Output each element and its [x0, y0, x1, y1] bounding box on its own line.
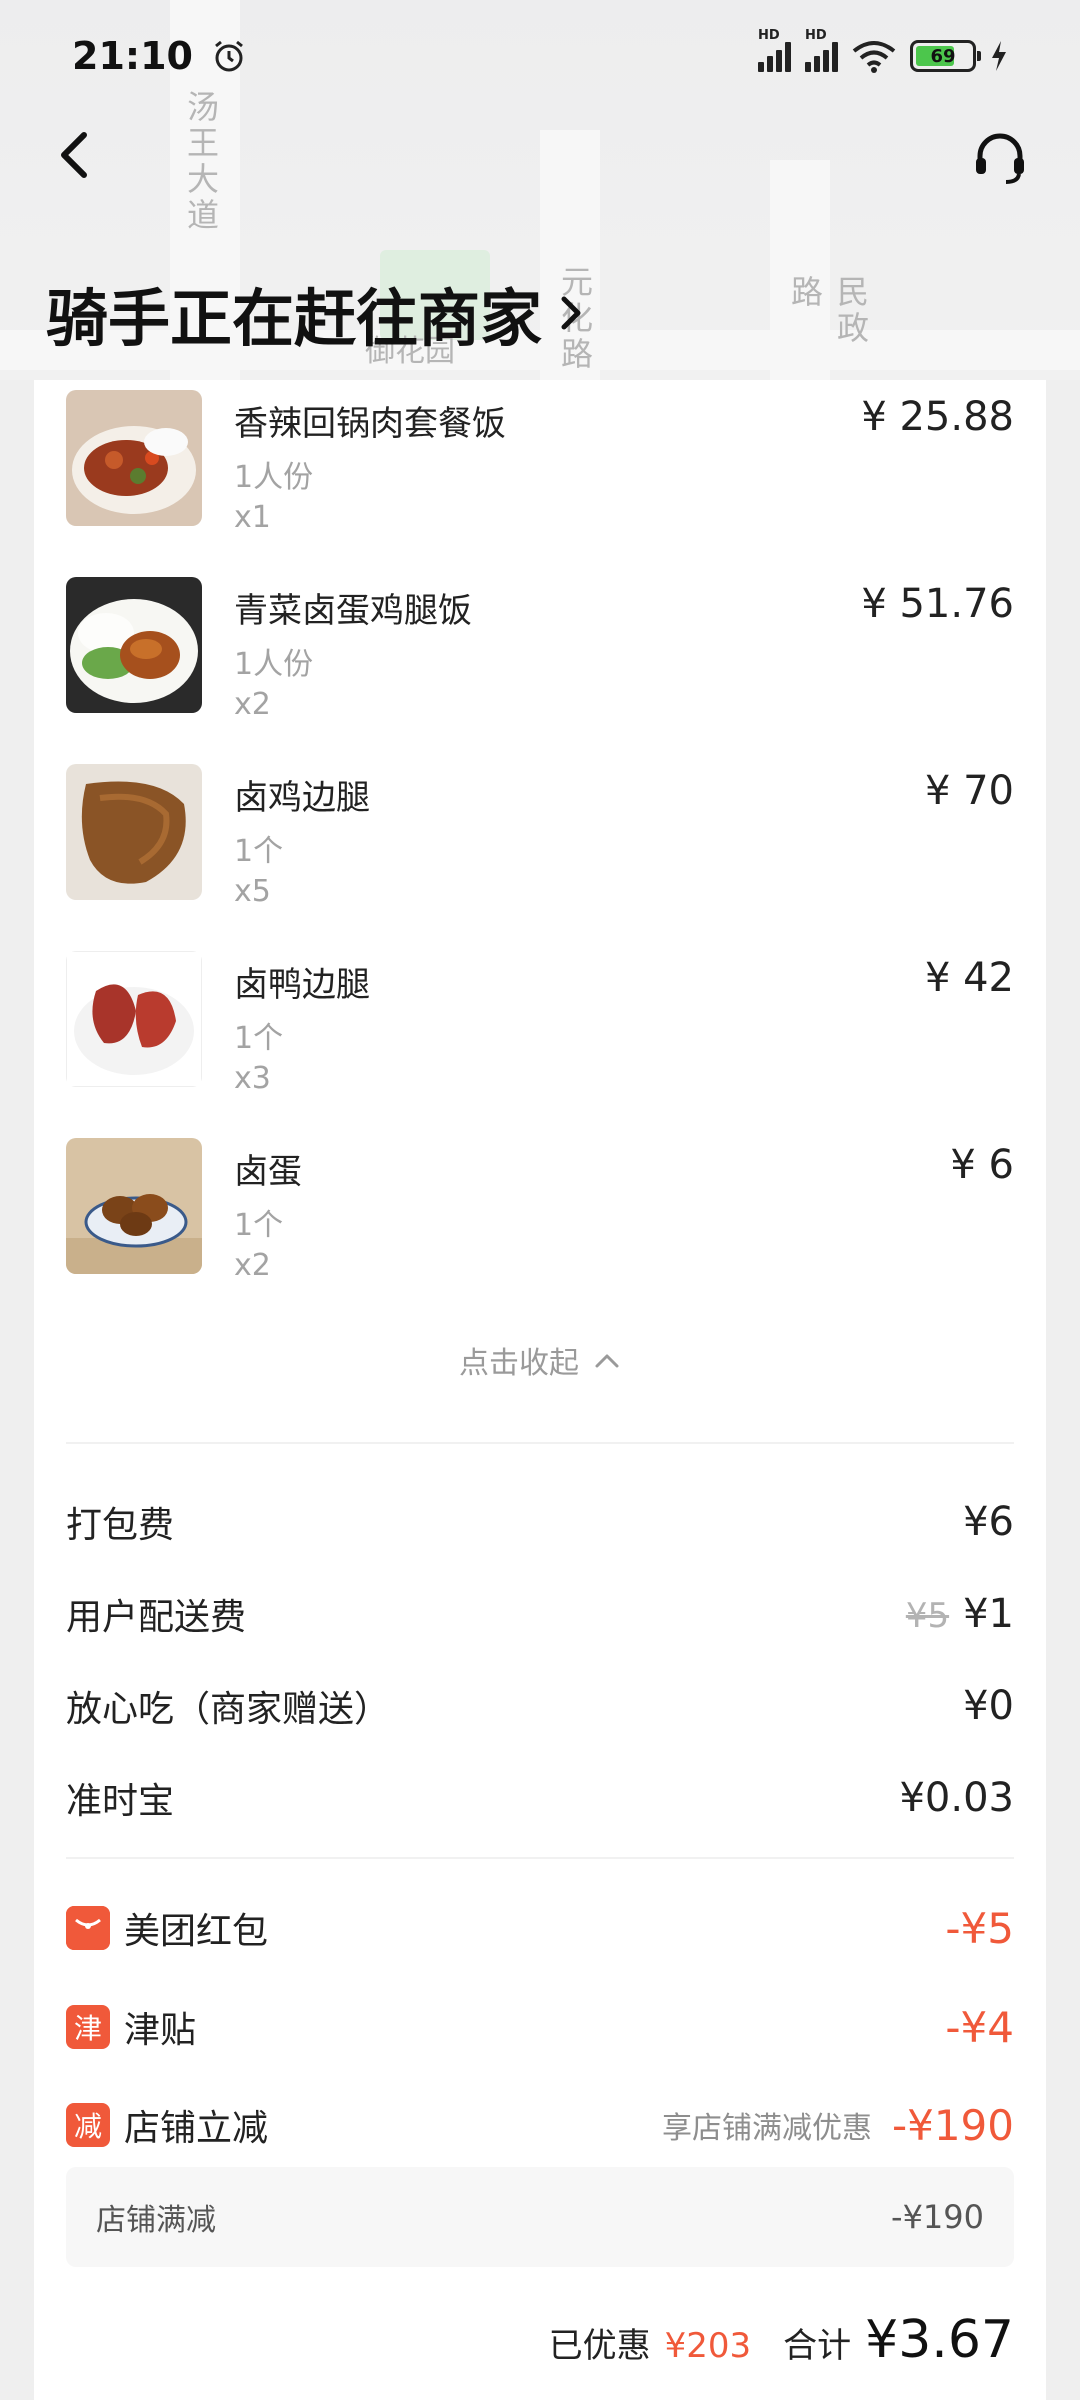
- order-detail-card: 香辣回锅肉套餐饭 1人份 x1 ¥ 25.88 青菜卤蛋鸡腿饭 1人份 x2 ¥…: [34, 380, 1046, 2400]
- order-item[interactable]: 卤蛋 1个 x2 ¥ 6: [66, 1138, 1014, 1308]
- sub-discount-label: 店铺满减: [96, 2203, 216, 2238]
- collapse-items-button[interactable]: 点击收起: [34, 1338, 1046, 1382]
- item-spec: 1人份: [234, 647, 314, 682]
- total-label: 合计: [783, 2326, 852, 2366]
- original-delivery-fee: ¥5: [905, 1596, 950, 1636]
- headset-icon[interactable]: [970, 128, 1030, 188]
- page-title[interactable]: 骑手正在赶往商家: [46, 268, 586, 358]
- store-cut-badge: 减: [66, 2103, 110, 2147]
- item-quantity: x1: [234, 500, 271, 535]
- item-spec: 1人份: [234, 460, 314, 495]
- fee-label: 放心吃（商家赠送）: [66, 1689, 391, 1730]
- store-full-cut-detail: 店铺满减 -¥190: [66, 2167, 1014, 2267]
- item-name: 卤鸭边腿: [234, 965, 370, 1005]
- order-item[interactable]: 香辣回锅肉套餐饭 1人份 x1 ¥ 25.88: [66, 390, 1014, 560]
- saved-value: ¥203: [664, 2326, 752, 2366]
- status-bar: 21:10 HD HD 69: [0, 0, 1080, 112]
- item-price: ¥ 6: [950, 1142, 1014, 1188]
- wifi-icon: [852, 41, 896, 73]
- fee-value: ¥0.03: [899, 1775, 1014, 1821]
- fee-row-safe-eat[interactable]: 放心吃（商家赠送） ¥0: [66, 1676, 1014, 1736]
- fee-row-delivery: 用户配送费 ¥5 ¥1: [66, 1584, 1014, 1644]
- item-name: 卤鸡边腿: [234, 778, 370, 818]
- order-total: 已优惠 ¥203 合计 ¥3.67: [549, 2310, 1014, 2370]
- saved-label: 已优惠: [548, 2326, 651, 2366]
- discount-label: 津贴: [124, 2010, 197, 2051]
- discount-row-store-cut[interactable]: 减 店铺立减 享店铺满减优惠 -¥190: [66, 2092, 1014, 2158]
- item-quantity: x5: [234, 874, 271, 909]
- fee-value: ¥1: [963, 1591, 1014, 1637]
- item-spec: 1个: [234, 834, 284, 869]
- fee-label: 打包费: [66, 1505, 175, 1546]
- hd-signal-icon: HD: [805, 28, 838, 72]
- charging-bolt-icon: [992, 41, 1006, 71]
- item-price: ¥ 51.76: [861, 581, 1014, 627]
- item-price: ¥ 42: [924, 955, 1014, 1001]
- item-price: ¥ 70: [924, 768, 1014, 814]
- item-quantity: x3: [234, 1061, 271, 1096]
- back-button[interactable]: [50, 125, 100, 185]
- chevron-up-icon: [595, 1354, 619, 1368]
- divider: [66, 1442, 1014, 1444]
- order-item[interactable]: 卤鸡边腿 1个 x5 ¥ 70: [66, 764, 1014, 934]
- battery-level: 69: [930, 45, 956, 67]
- discount-value: -¥5: [945, 1903, 1014, 1953]
- fee-label: 准时宝: [66, 1781, 175, 1822]
- fee-row-packing: 打包费 ¥6: [66, 1492, 1014, 1552]
- order-item[interactable]: 青菜卤蛋鸡腿饭 1人份 x2 ¥ 51.76: [66, 577, 1014, 747]
- item-spec: 1个: [234, 1021, 284, 1056]
- status-time: 21:10: [72, 34, 193, 78]
- discount-note: 享店铺满减优惠: [661, 2111, 872, 2146]
- divider: [66, 1857, 1014, 1859]
- discount-row-red-packet[interactable]: 美团红包 -¥5: [66, 1895, 1014, 1961]
- food-image-chicken-rice: [66, 577, 202, 713]
- item-price: ¥ 25.88: [861, 394, 1014, 440]
- food-image-chicken-leg: [66, 764, 202, 900]
- order-item[interactable]: 卤鸭边腿 1个 x3 ¥ 42: [66, 951, 1014, 1121]
- battery-icon: 69: [910, 40, 981, 72]
- food-image-pork-rice: [66, 390, 202, 526]
- sub-discount-value: -¥190: [891, 2198, 984, 2236]
- map-road-label: 民政路: [786, 275, 870, 347]
- collapse-label: 点击收起: [459, 1346, 579, 1381]
- food-image-duck-leg: [66, 951, 202, 1087]
- fee-label: 用户配送费: [66, 1597, 247, 1638]
- fee-value: ¥6: [963, 1499, 1014, 1545]
- alarm-icon: [215, 40, 243, 72]
- food-image-braised-egg: [66, 1138, 202, 1274]
- item-quantity: x2: [234, 1248, 271, 1283]
- discount-label: 店铺立减: [124, 2108, 269, 2149]
- chevron-right-icon: [561, 296, 581, 330]
- item-name: 卤蛋: [234, 1152, 302, 1192]
- fee-value: ¥0: [963, 1683, 1014, 1729]
- discount-value: -¥190: [891, 2100, 1014, 2150]
- discount-row-subsidy[interactable]: 津 津贴 -¥4: [66, 1994, 1014, 2060]
- item-name: 香辣回锅肉套餐饭: [234, 404, 506, 444]
- red-packet-icon: [66, 1906, 110, 1950]
- order-status-title: 骑手正在赶往商家: [46, 282, 543, 355]
- fee-row-on-time[interactable]: 准时宝 ¥0.03: [66, 1768, 1014, 1828]
- item-spec: 1个: [234, 1208, 284, 1243]
- hd-signal-icon: HD: [758, 28, 791, 72]
- item-name: 青菜卤蛋鸡腿饭: [234, 591, 472, 631]
- total-value: ¥3.67: [865, 2310, 1014, 2370]
- discount-value: -¥4: [945, 2002, 1014, 2052]
- discount-label: 美团红包: [124, 1911, 269, 1952]
- item-quantity: x2: [234, 687, 271, 722]
- subsidy-badge: 津: [66, 2005, 110, 2049]
